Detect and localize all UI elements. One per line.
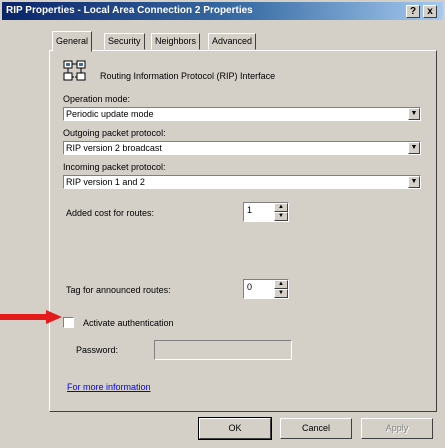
spin-down-icon[interactable]: ▼ (274, 212, 288, 221)
chevron-down-icon[interactable]: ▼ (408, 176, 420, 188)
route-tag-spin-buttons: ▲ ▼ (274, 280, 288, 298)
window-title: RIP Properties - Local Area Connection 2… (6, 5, 253, 16)
operation-mode-value: Periodic update mode (66, 109, 154, 119)
tab-neighbors[interactable]: Neighbors (151, 33, 201, 50)
incoming-protocol-value: RIP version 1 and 2 (66, 177, 145, 187)
tab-security[interactable]: Security (104, 33, 145, 50)
annotation-arrow-icon (0, 310, 62, 324)
added-cost-value: 1 (247, 205, 253, 215)
spin-down-icon[interactable]: ▼ (274, 289, 288, 298)
dialog-window: RIP Properties - Local Area Connection 2… (0, 0, 445, 448)
outgoing-protocol-value: RIP version 2 broadcast (66, 143, 162, 153)
route-tag-label: Tag for announced routes: (66, 285, 171, 295)
added-cost-spinner[interactable]: 1 ▲ ▼ (243, 202, 289, 222)
cancel-button[interactable]: Cancel (280, 418, 352, 439)
operation-mode-label: Operation mode: (63, 94, 131, 104)
incoming-protocol-select[interactable]: RIP version 1 and 2 ▼ (63, 175, 421, 189)
ok-button[interactable]: OK (198, 417, 272, 440)
chevron-down-icon[interactable]: ▼ (408, 108, 420, 120)
more-information-link[interactable]: For more information (67, 382, 151, 392)
route-tag-value: 0 (247, 282, 253, 292)
network-router-icon (63, 60, 86, 81)
route-tag-spinner[interactable]: 0 ▲ ▼ (243, 279, 289, 299)
outgoing-protocol-select[interactable]: RIP version 2 broadcast ▼ (63, 141, 421, 155)
header-text: Routing Information Protocol (RIP) Inter… (100, 71, 276, 81)
tab-advanced[interactable]: Advanced (208, 33, 257, 50)
operation-mode-select[interactable]: Periodic update mode ▼ (63, 107, 421, 121)
chevron-down-icon[interactable]: ▼ (408, 142, 420, 154)
tab-general[interactable]: General (52, 31, 93, 52)
added-cost-spin-buttons: ▲ ▼ (274, 203, 288, 221)
close-button[interactable]: x (423, 5, 437, 18)
password-label: Password: (76, 345, 119, 355)
general-tab-panel: Routing Information Protocol (RIP) Inter… (49, 50, 437, 412)
spin-up-icon[interactable]: ▲ (274, 280, 288, 289)
added-cost-label: Added cost for routes: (66, 208, 155, 218)
apply-button[interactable]: Apply (361, 418, 433, 439)
help-button[interactable]: ? (406, 5, 420, 18)
spin-up-icon[interactable]: ▲ (274, 203, 288, 212)
incoming-protocol-label: Incoming packet protocol: (63, 162, 166, 172)
outgoing-protocol-label: Outgoing packet protocol: (63, 128, 166, 138)
authentication-label: Activate authentication (83, 318, 174, 328)
title-bar[interactable]: RIP Properties - Local Area Connection 2… (2, 2, 443, 20)
password-field[interactable] (154, 340, 292, 360)
